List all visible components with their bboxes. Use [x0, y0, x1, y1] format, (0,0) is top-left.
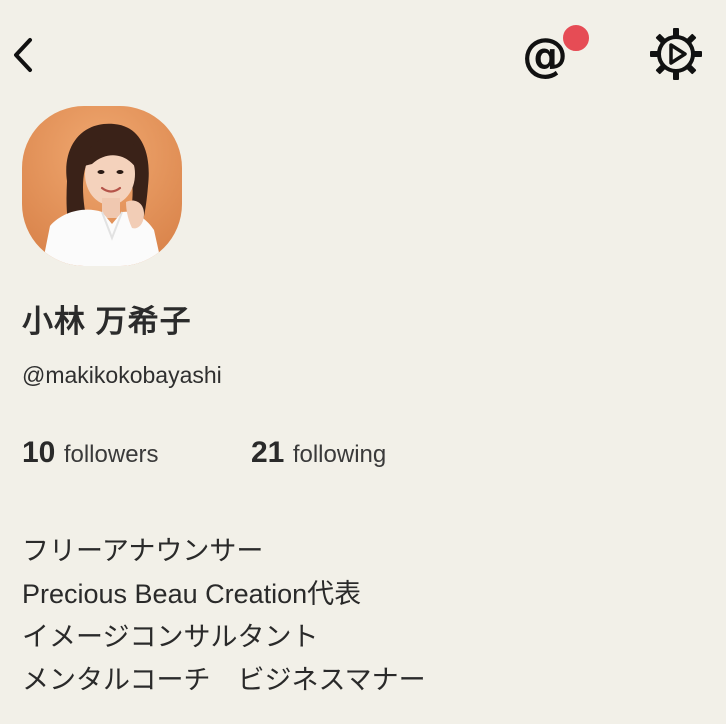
following-count: 21: [251, 436, 285, 469]
display-name: 小林 万希子: [22, 304, 192, 339]
followers-count: 10: [22, 436, 56, 469]
followers-link[interactable]: 10 followers: [22, 436, 159, 470]
mentions-button[interactable]: @: [520, 22, 592, 86]
chevron-left-icon: [14, 38, 32, 72]
bio-line: Precious Beau Creation代表: [22, 579, 362, 609]
followers-label: followers: [63, 441, 159, 468]
back-button[interactable]: [6, 30, 46, 80]
top-bar: @: [0, 0, 726, 110]
profile-avatar[interactable]: [22, 106, 182, 266]
bio-line: メンタルコーチ ビジネスマナー: [22, 665, 426, 695]
bio: フリーアナウンサー Precious Beau Creation代表 イメージコ…: [22, 530, 426, 702]
username-handle: @makikokobayashi: [22, 362, 222, 388]
notification-dot: [560, 22, 592, 54]
bio-line: イメージコンサルタント: [22, 622, 319, 652]
bio-line: フリーアナウンサー: [22, 536, 264, 566]
settings-button[interactable]: [646, 24, 706, 84]
following-link[interactable]: 21 following: [251, 436, 386, 470]
profile-photo: [22, 106, 182, 266]
following-label: following: [292, 441, 387, 468]
gear-icon: [650, 28, 702, 80]
